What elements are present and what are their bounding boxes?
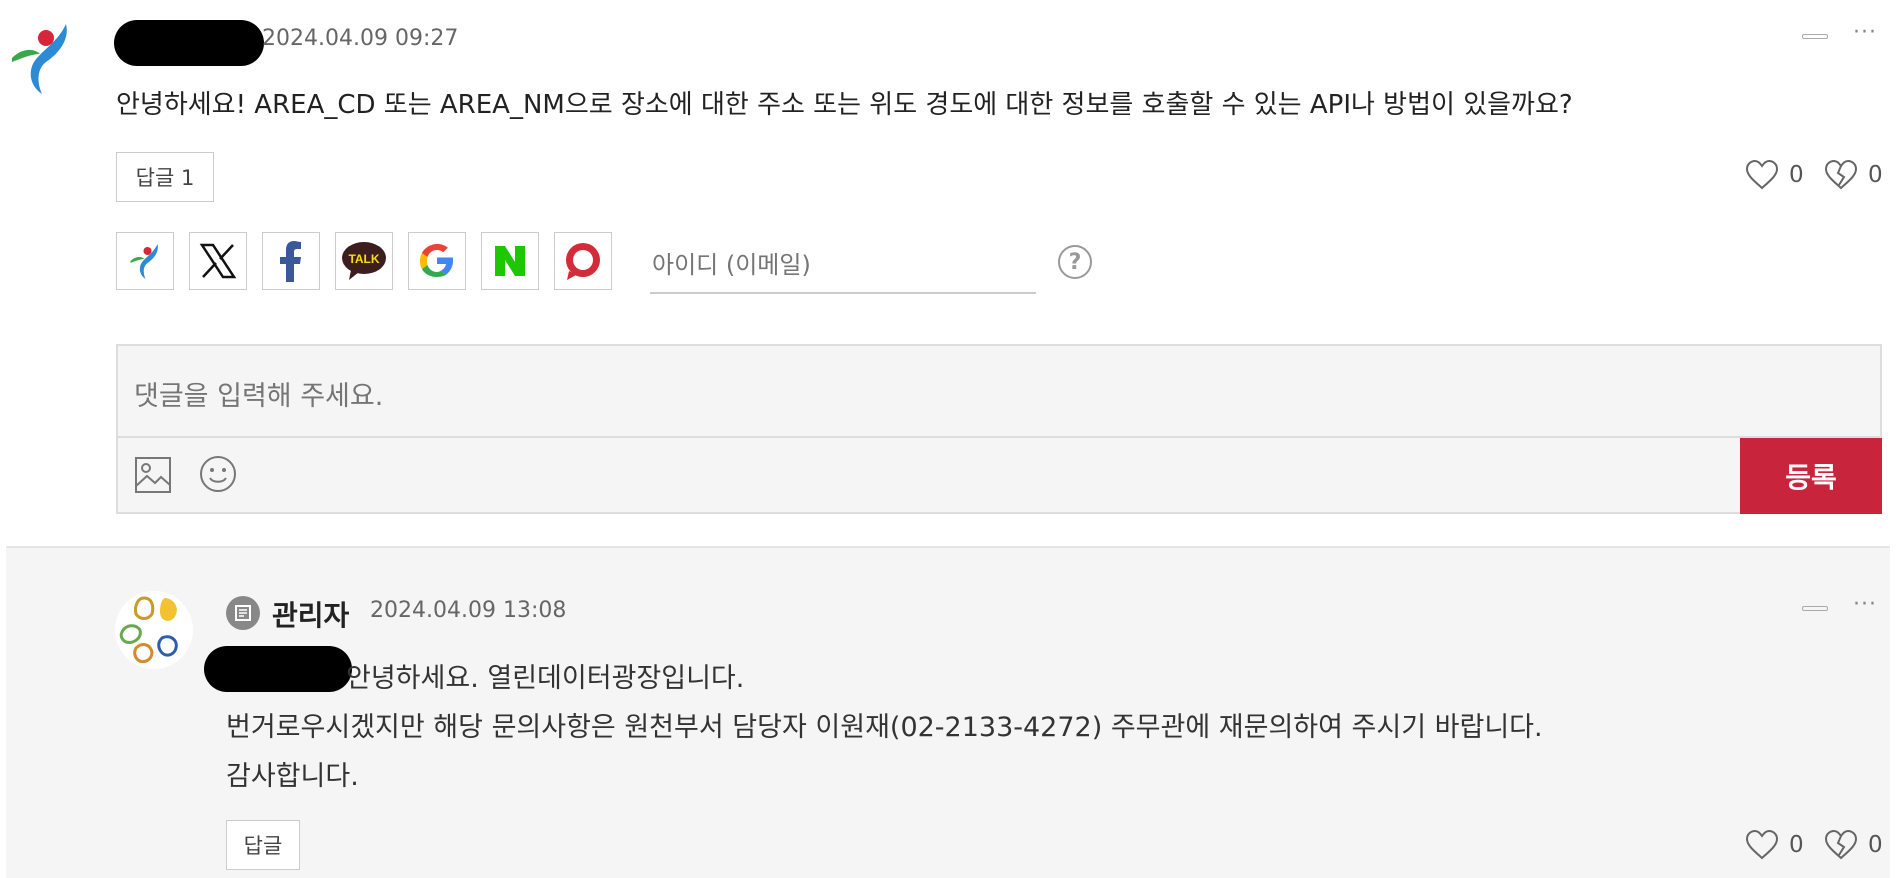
admin-avatar bbox=[114, 590, 194, 674]
heart-icon bbox=[1745, 160, 1779, 190]
reply-button[interactable]: 답글 1 bbox=[116, 152, 214, 202]
like-button[interactable]: 0 bbox=[1745, 160, 1804, 190]
id-email-input[interactable] bbox=[650, 238, 1036, 294]
reply-line-1: 안녕하세요. 열린데이터광장입니다. bbox=[346, 663, 745, 694]
emoji-icon[interactable] bbox=[198, 454, 238, 498]
other-login-button[interactable] bbox=[554, 232, 612, 290]
x-login-button[interactable] bbox=[189, 232, 247, 290]
google-login-button[interactable] bbox=[408, 232, 466, 290]
facebook-login-button[interactable] bbox=[262, 232, 320, 290]
reply-timestamp: 2024.04.09 13:08 bbox=[370, 598, 567, 623]
broken-heart-icon bbox=[1824, 160, 1858, 190]
more-options-icon[interactable]: ··· bbox=[1853, 592, 1877, 617]
comment-text: 안녕하세요! AREA_CD 또는 AREA_NM으로 장소에 대한 주소 또는… bbox=[116, 90, 1573, 120]
kakaotalk-login-button[interactable]: TALK bbox=[335, 232, 393, 290]
dislike-button[interactable]: 0 bbox=[1824, 830, 1883, 860]
reply-author: 관리자 bbox=[272, 599, 350, 632]
like-count: 0 bbox=[1789, 162, 1804, 188]
comment-input[interactable] bbox=[118, 346, 1880, 438]
reply-line-2: 번거로우시겠지만 해당 문의사항은 원천부서 담당자 이원재(02-2133-4… bbox=[226, 712, 1543, 743]
reply-line-3: 감사합니다. bbox=[226, 761, 359, 792]
redacted-author-name bbox=[114, 20, 264, 66]
seoul-logo-icon bbox=[130, 244, 158, 279]
collapse-icon[interactable] bbox=[1802, 606, 1828, 611]
google-icon bbox=[420, 244, 453, 277]
dislike-count: 0 bbox=[1868, 832, 1883, 858]
dislike-button[interactable]: 0 bbox=[1824, 160, 1883, 190]
submit-button[interactable]: 등록 bbox=[1740, 438, 1882, 514]
collapse-icon[interactable] bbox=[1802, 34, 1828, 39]
seoul-logo-avatar bbox=[10, 18, 72, 98]
broken-heart-icon bbox=[1824, 830, 1858, 860]
other-login-icon bbox=[566, 243, 600, 280]
naver-login-button[interactable] bbox=[481, 232, 539, 290]
comment-timestamp: 2024.04.09 09:27 bbox=[262, 26, 459, 51]
help-icon[interactable]: ? bbox=[1058, 245, 1092, 279]
reply-button[interactable]: 답글 bbox=[226, 820, 300, 870]
admin-badge-icon bbox=[226, 596, 260, 630]
naver-icon bbox=[495, 246, 525, 276]
more-options-icon[interactable]: ··· bbox=[1853, 20, 1877, 45]
kakaotalk-icon: TALK bbox=[342, 242, 386, 280]
redacted-mention bbox=[204, 646, 352, 692]
like-count: 0 bbox=[1789, 832, 1804, 858]
comment-composer: 등록 bbox=[116, 344, 1882, 514]
x-icon bbox=[199, 243, 237, 279]
image-upload-icon[interactable] bbox=[134, 456, 172, 498]
kakaotalk-label: TALK bbox=[348, 252, 379, 266]
like-button[interactable]: 0 bbox=[1745, 830, 1804, 860]
dislike-count: 0 bbox=[1868, 162, 1883, 188]
heart-icon bbox=[1745, 830, 1779, 860]
seoul-login-button[interactable] bbox=[116, 232, 174, 290]
facebook-icon bbox=[280, 241, 301, 282]
